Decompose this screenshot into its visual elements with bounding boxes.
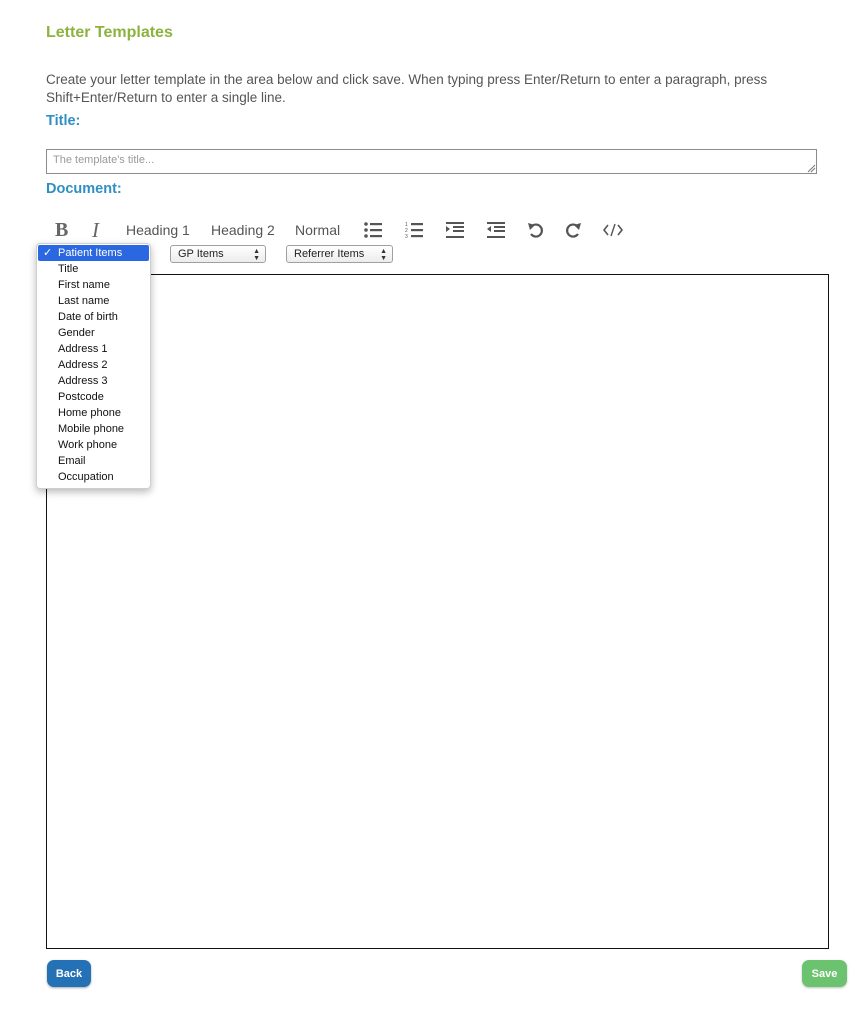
dropdown-option[interactable]: Work phone [37,437,150,453]
heading1-button[interactable]: Heading 1 [126,217,190,243]
dropdown-option-patient-items[interactable]: ✓ Patient Items [38,245,149,261]
outdent-button[interactable] [487,217,505,243]
dropdown-option[interactable]: Date of birth [37,309,150,325]
template-title-input[interactable] [46,149,817,174]
referrer-items-select-label: Referrer Items [294,248,365,260]
dropdown-option[interactable]: Postcode [37,389,150,405]
document-editor[interactable] [46,274,829,949]
select-arrows-icon: ▲ ▼ [380,248,387,262]
bulleted-list-icon [364,222,382,238]
resize-grip-icon[interactable] [806,163,816,173]
back-button[interactable]: Back [47,960,91,987]
dropdown-option[interactable]: Mobile phone [37,421,150,437]
bold-button[interactable]: B [55,217,68,243]
indent-icon [446,222,464,238]
outdent-icon [487,222,505,238]
dropdown-option[interactable]: Last name [37,293,150,309]
select-arrows-icon: ▲ ▼ [253,248,260,262]
dropdown-option[interactable]: Gender [37,325,150,341]
dropdown-option[interactable]: Email [37,453,150,469]
undo-icon [528,223,543,238]
title-label: Title: [46,113,81,129]
bulleted-list-button[interactable] [364,217,382,243]
dropdown-option[interactable]: Home phone [37,405,150,421]
editor-toolbar: B I Heading 1 Heading 2 Normal 1 2 3 [46,217,646,243]
svg-text:3: 3 [405,234,408,239]
italic-button[interactable]: I [92,217,99,243]
page-title: Letter Templates [46,24,173,41]
dropdown-option[interactable]: First name [37,277,150,293]
redo-button[interactable] [564,217,582,243]
dropdown-option[interactable]: Occupation [37,469,150,485]
numbered-list-button[interactable]: 1 2 3 [405,217,423,243]
dropdown-option[interactable]: Title [37,261,150,277]
checkmark-icon: ✓ [43,247,53,259]
dropdown-option-label: Patient Items [58,247,123,259]
referrer-items-select[interactable]: Referrer Items ▲ ▼ [286,245,393,263]
code-view-button[interactable] [603,217,623,243]
dropdown-option[interactable]: Address 3 [37,373,150,389]
gp-items-select[interactable]: GP Items ▲ ▼ [170,245,266,263]
instructions-text: Create your letter template in the area … [46,72,768,105]
code-view-icon [603,223,623,237]
numbered-list-icon: 1 2 3 [405,222,423,239]
gp-items-select-label: GP Items [178,248,224,260]
heading2-button[interactable]: Heading 2 [211,217,275,243]
undo-button[interactable] [527,217,545,243]
dropdown-option[interactable]: Address 2 [37,357,150,373]
indent-button[interactable] [446,217,464,243]
save-button[interactable]: Save [802,960,847,987]
dropdown-option[interactable]: Address 1 [37,341,150,357]
patient-items-dropdown: ✓ Patient Items Title First name Last na… [36,243,151,489]
normal-button[interactable]: Normal [295,217,340,243]
redo-icon [566,223,581,238]
document-label: Document: [46,181,122,197]
